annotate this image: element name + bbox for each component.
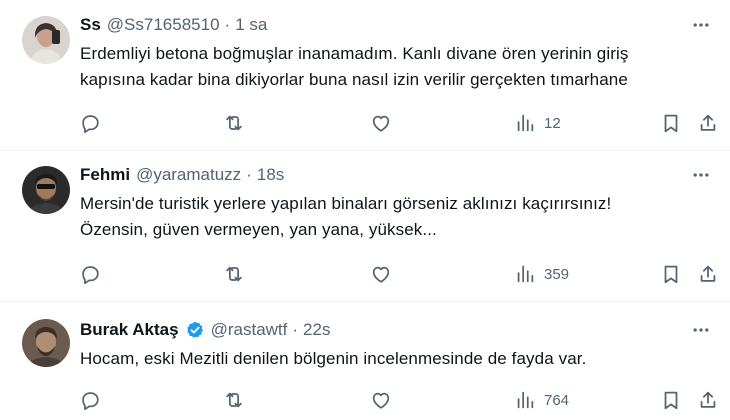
bookmark-button[interactable]: [660, 262, 682, 286]
timestamp[interactable]: 1 sa: [235, 15, 267, 35]
reply-button[interactable]: [79, 388, 101, 412]
tweet[interactable]: Ss @Ss71658510 · 1 sa Erdemliyi betona b…: [0, 0, 730, 151]
tweet-text: Mersin'de turistik yerlere yapılan binal…: [80, 191, 712, 243]
views-count: 359: [544, 265, 570, 283]
bookmark-button[interactable]: [660, 388, 682, 412]
like-button[interactable]: [370, 111, 392, 135]
tweet[interactable]: Burak Aktaş @rastawtf · 22s Hocam, eski …: [0, 302, 730, 420]
like-icon: [372, 266, 390, 283]
like-button[interactable]: [370, 388, 392, 412]
author-name[interactable]: Burak Aktaş: [80, 320, 179, 340]
tweet-text: Hocam, eski Mezitli denilen bölgenin inc…: [80, 346, 712, 372]
retweet-button[interactable]: [223, 388, 245, 412]
more-icon[interactable]: [690, 320, 712, 340]
retweet-icon: [226, 266, 242, 282]
tweet-text-line: Hocam, eski Mezitli denilen bölgenin inc…: [80, 349, 587, 368]
tweet-text-line: kapısına kadar bina dikiyorlar buna nası…: [80, 70, 628, 89]
reply-icon: [82, 266, 99, 285]
timestamp[interactable]: 18s: [257, 165, 284, 185]
views-icon: [517, 391, 534, 409]
tweet-text-line: Özensin, güven vermeyen, yan yana, yükse…: [80, 220, 437, 239]
reply-feed: Ss @Ss71658510 · 1 sa Erdemliyi betona b…: [0, 0, 730, 420]
separator: ·: [246, 165, 252, 184]
views-icon: [517, 114, 534, 132]
tweet-text-line: Erdemliyi betona boğmuşlar inanamadım. K…: [80, 44, 629, 63]
verified-badge-icon: [185, 320, 205, 340]
tweet-header: Fehmi @yaramatuzz · 18s: [80, 163, 712, 187]
author-handle[interactable]: @yaramatuzz: [136, 165, 241, 185]
share-icon: [700, 114, 716, 131]
views-count: 12: [544, 114, 561, 132]
author-handle[interactable]: @Ss71658510: [107, 15, 220, 35]
share-button[interactable]: [697, 111, 719, 135]
reply-button[interactable]: [79, 262, 101, 286]
views-icon: [517, 265, 534, 283]
retweet-icon: [226, 392, 242, 408]
like-icon: [372, 392, 390, 409]
author-name[interactable]: Fehmi: [80, 165, 130, 185]
reply-button[interactable]: [79, 111, 101, 135]
retweet-button[interactable]: [223, 111, 245, 135]
timestamp[interactable]: 22s: [303, 320, 330, 340]
share-icon: [700, 265, 716, 282]
author-handle[interactable]: @rastawtf: [211, 320, 288, 340]
tweet-header: Burak Aktaş @rastawtf · 22s: [80, 318, 712, 342]
views-button[interactable]: 359: [514, 262, 569, 286]
reply-icon: [82, 115, 99, 134]
author-name[interactable]: Ss: [80, 15, 101, 35]
separator: ·: [292, 320, 299, 339]
action-bar: 359: [0, 262, 730, 286]
avatar[interactable]: [22, 166, 70, 214]
action-bar: 764: [0, 388, 730, 412]
like-button[interactable]: [370, 262, 392, 286]
retweet-button[interactable]: [223, 262, 245, 286]
action-bar: 12: [0, 111, 730, 135]
bookmark-icon: [664, 265, 678, 284]
tweet-text-line: Mersin'de turistik yerlere yapılan binal…: [80, 194, 612, 213]
tweet-text: Erdemliyi betona boğmuşlar inanamadım. K…: [80, 41, 712, 93]
reply-icon: [82, 392, 99, 411]
avatar[interactable]: [22, 319, 70, 367]
separator: ·: [224, 15, 231, 34]
share-icon: [700, 391, 716, 408]
tweet[interactable]: Fehmi @yaramatuzz · 18s Mersin'de turist…: [0, 151, 730, 302]
bookmark-button[interactable]: [660, 111, 682, 135]
views-count: 764: [544, 391, 570, 409]
views-button[interactable]: 12: [514, 111, 561, 135]
like-icon: [372, 115, 390, 132]
bookmark-icon: [664, 114, 678, 133]
bookmark-icon: [664, 391, 678, 410]
more-icon[interactable]: [690, 165, 712, 185]
avatar[interactable]: [22, 16, 70, 64]
retweet-icon: [226, 115, 242, 131]
tweet-header: Ss @Ss71658510 · 1 sa: [80, 13, 712, 37]
more-icon[interactable]: [690, 15, 712, 35]
share-button[interactable]: [697, 388, 719, 412]
share-button[interactable]: [697, 262, 719, 286]
views-button[interactable]: 764: [514, 388, 569, 412]
